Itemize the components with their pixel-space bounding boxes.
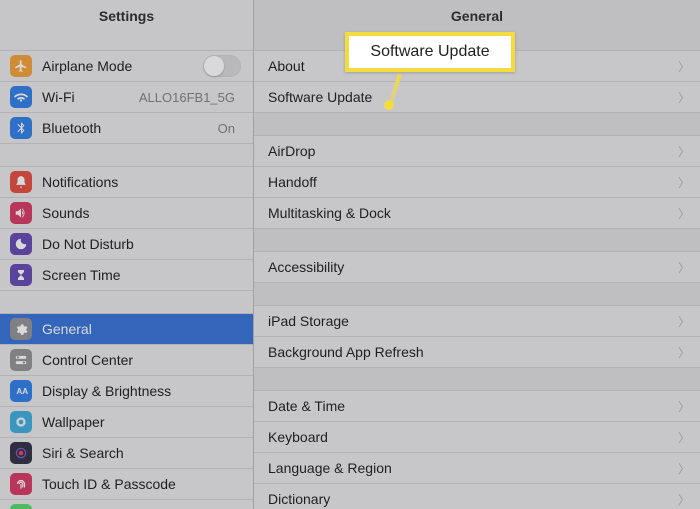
toggle-knob: [204, 56, 224, 76]
chevron-right-icon: 〉: [678, 259, 690, 276]
main-group-airdrop: AirDrop〉Handoff〉Multitasking & Dock〉: [254, 135, 700, 229]
chevron-right-icon: 〉: [678, 313, 690, 330]
sidebar-group-notifications: Notifications Sounds Do Not Disturb Screen …: [0, 166, 253, 291]
sidebar-item-airplane-mode[interactable]: Airplane Mode: [0, 50, 253, 82]
sidebar-scroll[interactable]: Airplane ModeWi-FiALLO16FB1_5GBluetoothO…: [0, 32, 253, 509]
wifi-icon: [10, 86, 32, 108]
main-item-airdrop[interactable]: AirDrop〉: [254, 135, 700, 167]
chevron-right-icon: 〉: [678, 460, 690, 477]
chevron-right-icon: 〉: [678, 429, 690, 446]
sidebar-group-system: General Control Center AA Display & Brightn…: [0, 313, 253, 509]
main-group-accessibility: Accessibility〉: [254, 251, 700, 283]
main-item-handoff[interactable]: Handoff〉: [254, 166, 700, 198]
sidebar-item-bluetooth[interactable]: BluetoothOn: [0, 112, 253, 144]
sidebar-item-general[interactable]: General: [0, 313, 253, 345]
sidebar-item-notifications[interactable]: Notifications: [0, 166, 253, 198]
toggle-switch[interactable]: [203, 55, 241, 77]
gear-icon: [10, 318, 32, 340]
sidebar-item-label: Display & Brightness: [42, 383, 241, 399]
sidebar-item-touch-id-passcode[interactable]: Touch ID & Passcode: [0, 468, 253, 500]
chevron-right-icon: 〉: [678, 174, 690, 191]
main-item-accessibility[interactable]: Accessibility〉: [254, 251, 700, 283]
touchid-icon: [10, 473, 32, 495]
callout-text: Software Update: [370, 43, 489, 61]
battery-icon: [10, 504, 32, 509]
main-item-software-update[interactable]: Software Update〉: [254, 81, 700, 113]
sidebar-item-wi-fi[interactable]: Wi-FiALLO16FB1_5G: [0, 81, 253, 113]
sidebar-item-label: Wallpaper: [42, 414, 241, 430]
sidebar-item-label: Screen Time: [42, 267, 241, 283]
main-item-date-time[interactable]: Date & Time〉: [254, 390, 700, 422]
main-header: General: [254, 0, 700, 32]
chevron-right-icon: 〉: [678, 58, 690, 75]
svg-text:AA: AA: [16, 387, 28, 396]
main-item-background-app-refresh[interactable]: Background App Refresh〉: [254, 336, 700, 368]
main-item-label: Keyboard: [268, 429, 678, 445]
sidebar-item-label: Control Center: [42, 352, 241, 368]
main-item-label: Accessibility: [268, 259, 678, 275]
sidebar-item-label: Sounds: [42, 205, 241, 221]
sidebar-item-value: On: [218, 121, 235, 136]
chevron-right-icon: 〉: [678, 491, 690, 508]
sidebar-item-display-brightness[interactable]: AA Display & Brightness: [0, 375, 253, 407]
airplane-icon: [10, 55, 32, 77]
brightness-icon: AA: [10, 380, 32, 402]
sidebar-item-value: ALLO16FB1_5G: [139, 90, 235, 105]
sidebar-item-label: Touch ID & Passcode: [42, 476, 241, 492]
main-title: General: [451, 8, 503, 24]
settings-app: Settings Airplane ModeWi-FiALLO16FB1_5GB…: [0, 0, 700, 509]
main-item-label: Date & Time: [268, 398, 678, 414]
chevron-right-icon: 〉: [678, 143, 690, 160]
sidebar-item-screen-time[interactable]: Screen Time: [0, 259, 253, 291]
main-group-storage: iPad Storage〉Background App Refresh〉: [254, 305, 700, 368]
chevron-right-icon: 〉: [678, 344, 690, 361]
callout-dot: [384, 100, 394, 110]
sidebar-item-label: Airplane Mode: [42, 58, 203, 74]
sidebar-item-label: Notifications: [42, 174, 241, 190]
main-scroll[interactable]: About〉Software Update〉 AirDrop〉Handoff〉M…: [254, 32, 700, 509]
sidebar-item-label: Wi-Fi: [42, 89, 139, 105]
main-item-ipad-storage[interactable]: iPad Storage〉: [254, 305, 700, 337]
main-item-label: Dictionary: [268, 491, 678, 507]
switches-icon: [10, 349, 32, 371]
main-group-locale: Date & Time〉Keyboard〉Language & Region〉D…: [254, 390, 700, 509]
main-item-label: Language & Region: [268, 460, 678, 476]
sidebar-title: Settings: [99, 8, 154, 24]
sidebar-item-label: Bluetooth: [42, 120, 218, 136]
sidebar-item-siri-search[interactable]: Siri & Search: [0, 437, 253, 469]
main-panel: General About〉Software Update〉 AirDrop〉H…: [254, 0, 700, 509]
main-item-label: Handoff: [268, 174, 678, 190]
bell-icon: [10, 171, 32, 193]
sidebar: Settings Airplane ModeWi-FiALLO16FB1_5GB…: [0, 0, 254, 509]
sidebar-item-label: General: [42, 321, 241, 337]
sidebar-item-wallpaper[interactable]: Wallpaper: [0, 406, 253, 438]
hourglass-icon: [10, 264, 32, 286]
moon-icon: [10, 233, 32, 255]
callout-box: Software Update: [345, 32, 515, 72]
main-item-multitasking-dock[interactable]: Multitasking & Dock〉: [254, 197, 700, 229]
main-item-label: AirDrop: [268, 143, 678, 159]
siri-icon: [10, 442, 32, 464]
chevron-right-icon: 〉: [678, 398, 690, 415]
main-item-label: Background App Refresh: [268, 344, 678, 360]
main-item-label: iPad Storage: [268, 313, 678, 329]
sidebar-item-do-not-disturb[interactable]: Do Not Disturb: [0, 228, 253, 260]
main-item-label: Software Update: [268, 89, 678, 105]
main-item-dictionary[interactable]: Dictionary〉: [254, 483, 700, 509]
sidebar-header: Settings: [0, 0, 253, 32]
bluetooth-icon: [10, 117, 32, 139]
sidebar-group-network: Airplane ModeWi-FiALLO16FB1_5GBluetoothO…: [0, 50, 253, 144]
sidebar-item-battery[interactable]: Battery: [0, 499, 253, 509]
main-item-keyboard[interactable]: Keyboard〉: [254, 421, 700, 453]
chevron-right-icon: 〉: [678, 89, 690, 106]
sidebar-item-sounds[interactable]: Sounds: [0, 197, 253, 229]
sidebar-item-label: Do Not Disturb: [42, 236, 241, 252]
chevron-right-icon: 〉: [678, 205, 690, 222]
sidebar-item-control-center[interactable]: Control Center: [0, 344, 253, 376]
sidebar-item-label: Siri & Search: [42, 445, 241, 461]
sound-icon: [10, 202, 32, 224]
main-item-language-region[interactable]: Language & Region〉: [254, 452, 700, 484]
wallpaper-icon: [10, 411, 32, 433]
main-item-label: Multitasking & Dock: [268, 205, 678, 221]
